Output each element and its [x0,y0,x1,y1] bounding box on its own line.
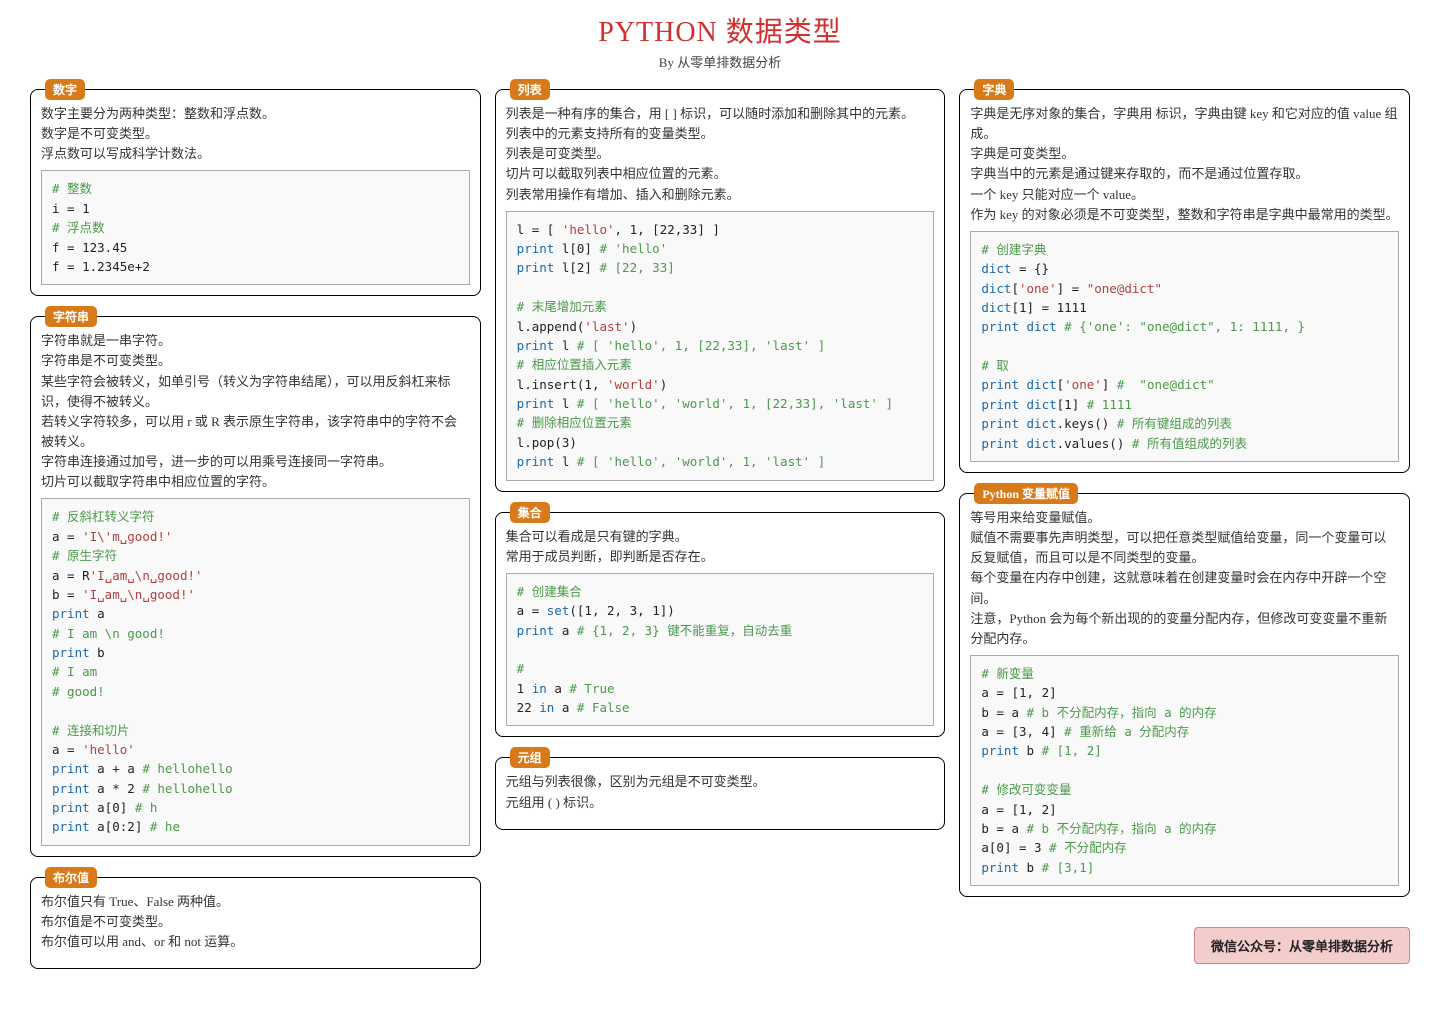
footer-text: 微信公众号：从零单排数据分析 [1194,927,1410,964]
desc-tuple: 元组与列表很像，区别为元组是不可变类型。元组用 ( ) 标识。 [506,772,935,812]
desc-string: 字符串就是一串字符。字符串是不可变类型。某些字符会被转义，如单引号（转义为字符串… [41,331,470,492]
card-label-tuple: 元组 [510,747,550,768]
desc-set: 集合可以看成是只有键的字典。常用于成员判断，即判断是否存在。 [506,527,935,567]
card-label-set: 集合 [510,502,550,523]
card-label-bool: 布尔值 [45,867,97,888]
card-label-string: 字符串 [45,306,97,327]
code-number: # 整数 i = 1 # 浮点数 f = 123.45 f = 1.2345e+… [41,170,470,285]
card-label-assign: Python 变量赋值 [974,483,1078,504]
column-2: 列表 列表是一种有序的集合，用 [ ] 标识，可以随时添加和删除其中的元素。列表… [495,81,946,969]
code-set: # 创建集合 a = set([1, 2, 3, 1]) print a # {… [506,573,935,727]
desc-number: 数字主要分为两种类型：整数和浮点数。数字是不可变类型。浮点数可以写成科学计数法。 [41,104,470,164]
card-string: 字符串 字符串就是一串字符。字符串是不可变类型。某些字符会被转义，如单引号（转义… [30,316,481,857]
code-assign: # 新变量 a = [1, 2] b = a # b 不分配内存，指向 a 的内… [970,655,1399,886]
footer-badge: 微信公众号：从零单排数据分析 [959,927,1410,964]
card-tuple: 元组 元组与列表很像，区别为元组是不可变类型。元组用 ( ) 标识。 [495,757,946,829]
columns: 数字 数字主要分为两种类型：整数和浮点数。数字是不可变类型。浮点数可以写成科学计… [30,81,1410,969]
card-dict: 字典 字典是无序对象的集合，字典用 标识，字典由键 key 和它对应的值 val… [959,89,1410,473]
card-set: 集合 集合可以看成是只有键的字典。常用于成员判断，即判断是否存在。 # 创建集合… [495,512,946,738]
card-bool: 布尔值 布尔值只有 True、False 两种值。布尔值是不可变类型。布尔值可以… [30,877,481,969]
column-1: 数字 数字主要分为两种类型：整数和浮点数。数字是不可变类型。浮点数可以写成科学计… [30,81,481,969]
desc-bool: 布尔值只有 True、False 两种值。布尔值是不可变类型。布尔值可以用 an… [41,892,470,952]
card-label-dict: 字典 [974,79,1014,100]
code-dict: # 创建字典 dict = {} dict['one'] = "one@dict… [970,231,1399,462]
page-subtitle: By 从零单排数据分析 [30,52,1410,71]
card-label-number: 数字 [45,79,85,100]
desc-dict: 字典是无序对象的集合，字典用 标识，字典由键 key 和它对应的值 value … [970,104,1399,225]
page-title: PYTHON 数据类型 [30,10,1410,50]
card-list: 列表 列表是一种有序的集合，用 [ ] 标识，可以随时添加和删除其中的元素。列表… [495,89,946,492]
card-number: 数字 数字主要分为两种类型：整数和浮点数。数字是不可变类型。浮点数可以写成科学计… [30,89,481,296]
code-string: # 反斜杠转义字符 a = 'I\'m␣good!' # 原生字符 a = R'… [41,498,470,845]
column-3: 字典 字典是无序对象的集合，字典用 标识，字典由键 key 和它对应的值 val… [959,81,1410,969]
code-list: l = [ 'hello', 1, [22,33] ] print l[0] #… [506,211,935,481]
desc-assign: 等号用来给变量赋值。赋值不需要事先声明类型，可以把任意类型赋值给变量，同一个变量… [970,508,1399,649]
card-label-list: 列表 [510,79,550,100]
card-assign: Python 变量赋值 等号用来给变量赋值。赋值不需要事先声明类型，可以把任意类… [959,493,1410,897]
desc-list: 列表是一种有序的集合，用 [ ] 标识，可以随时添加和删除其中的元素。列表中的元… [506,104,935,205]
